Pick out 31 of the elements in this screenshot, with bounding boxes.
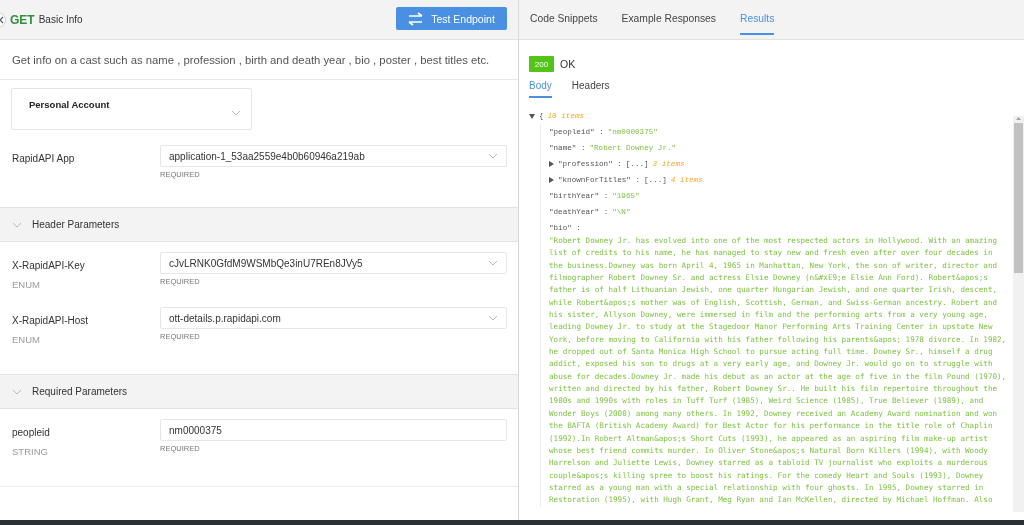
chevron-icon — [488, 259, 498, 267]
parameter-select[interactable]: cJvLRNK0GfdM9WSMbQe3inU7REn8JVy5 — [160, 252, 507, 274]
parameter-type: ENUM — [12, 334, 41, 345]
section-header[interactable]: Required Parameters — [0, 374, 518, 409]
scrollbar[interactable] — [1013, 116, 1024, 512]
chevron-icon — [488, 152, 498, 160]
parameter-name: peopleid — [12, 426, 51, 438]
parameter-select[interactable]: ott-details.p.rapidapi.com — [160, 307, 507, 329]
status-text: OK — [560, 58, 576, 70]
http-method: GET — [10, 12, 35, 27]
chevron-icon — [12, 220, 22, 229]
scroll-up-icon — [1015, 116, 1022, 121]
chevron-icon — [12, 387, 22, 396]
swap-arrows-icon — [408, 11, 424, 26]
app-select[interactable]: application-1_53aa2559e4b0b60946a219ab — [160, 145, 507, 167]
endpoint-title: Basic Info — [38, 14, 83, 25]
account-select[interactable]: Personal Account — [11, 88, 252, 130]
parameter-type: STRING — [12, 446, 49, 457]
tab[interactable]: Code Snippets — [530, 9, 598, 35]
status-badge: 200 — [529, 56, 554, 72]
endpoint-description: Get info on a cast such as name , profession , birth and death year , bio , poster , best titles etc. — [0, 40, 518, 80]
parameter-input[interactable]: nm0000375 — [160, 419, 507, 441]
parameter-name: X-RapidAPI-Key — [12, 259, 86, 271]
tab[interactable]: Example Responses — [621, 9, 716, 35]
chevron-icon — [231, 109, 241, 117]
parameter-name: X-RapidAPI-Host — [12, 314, 90, 326]
chevron-icon — [488, 314, 498, 322]
field-label: RapidAPI App — [12, 152, 76, 166]
tab[interactable]: Headers — [571, 80, 610, 98]
parameter-type: ENUM — [12, 279, 41, 290]
section-header[interactable]: Header Parameters — [0, 207, 518, 242]
